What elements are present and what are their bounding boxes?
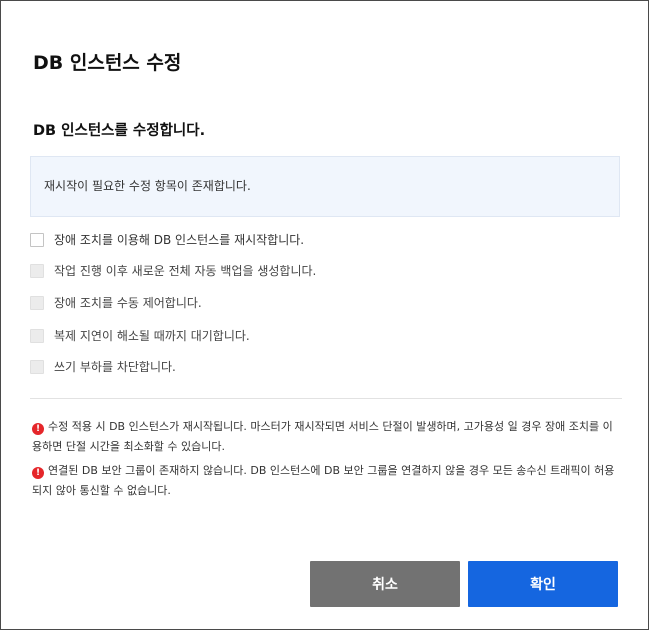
cancel-button[interactable]: 취소 — [310, 561, 460, 607]
block-write-load-checkbox — [30, 360, 44, 374]
failover-restart-checkbox[interactable] — [30, 233, 44, 247]
wait-replication-checkbox — [30, 329, 44, 343]
warning-security-group-text: 연결된 DB 보안 그룹이 존재하지 않습니다. DB 인스턴스에 DB 보안 … — [32, 464, 615, 497]
option-failover-restart[interactable]: 장애 조치를 이용해 DB 인스턴스를 재시작합니다. — [30, 230, 304, 250]
alert-icon: ! — [32, 467, 44, 479]
confirm-button[interactable]: 확인 — [468, 561, 618, 607]
new-full-backup-label: 작업 진행 이후 새로운 전체 자동 백업을 생성합니다. — [54, 264, 317, 278]
wait-replication-label: 복제 지연이 해소될 때까지 대기합니다. — [54, 329, 250, 343]
option-block-write-load: 쓰기 부하를 차단합니다. — [30, 357, 176, 377]
new-full-backup-checkbox — [30, 264, 44, 278]
option-manual-failover: 장애 조치를 수동 제어합니다. — [30, 293, 202, 313]
dialog-title: DB 인스턴스 수정 — [33, 52, 182, 74]
option-new-full-backup: 작업 진행 이후 새로운 전체 자동 백업을 생성합니다. — [30, 261, 316, 281]
manual-failover-label: 장애 조치를 수동 제어합니다. — [54, 296, 202, 310]
modify-db-instance-dialog: DB 인스턴스 수정 DB 인스턴스를 수정합니다. 재시작이 필요한 수정 항… — [0, 0, 649, 630]
restart-notice-box: 재시작이 필요한 수정 항목이 존재합니다. — [30, 156, 620, 217]
warning-security-group: ! 연결된 DB 보안 그룹이 존재하지 않습니다. DB 인스턴스에 DB 보안… — [32, 461, 617, 501]
option-wait-replication: 복제 지연이 해소될 때까지 대기합니다. — [30, 326, 250, 346]
manual-failover-checkbox — [30, 296, 44, 310]
restart-notice-text: 재시작이 필요한 수정 항목이 존재합니다. — [44, 179, 251, 193]
divider — [30, 398, 622, 399]
warning-restart-text: 수정 적용 시 DB 인스턴스가 재시작됩니다. 마스터가 재시작되면 서비스 … — [32, 420, 613, 453]
failover-restart-label: 장애 조치를 이용해 DB 인스턴스를 재시작합니다. — [54, 233, 305, 247]
dialog-subtitle: DB 인스턴스를 수정합니다. — [33, 123, 206, 139]
warning-restart: ! 수정 적용 시 DB 인스턴스가 재시작됩니다. 마스터가 재시작되면 서비스… — [32, 417, 617, 457]
block-write-load-label: 쓰기 부하를 차단합니다. — [54, 360, 176, 374]
alert-icon: ! — [32, 423, 44, 435]
